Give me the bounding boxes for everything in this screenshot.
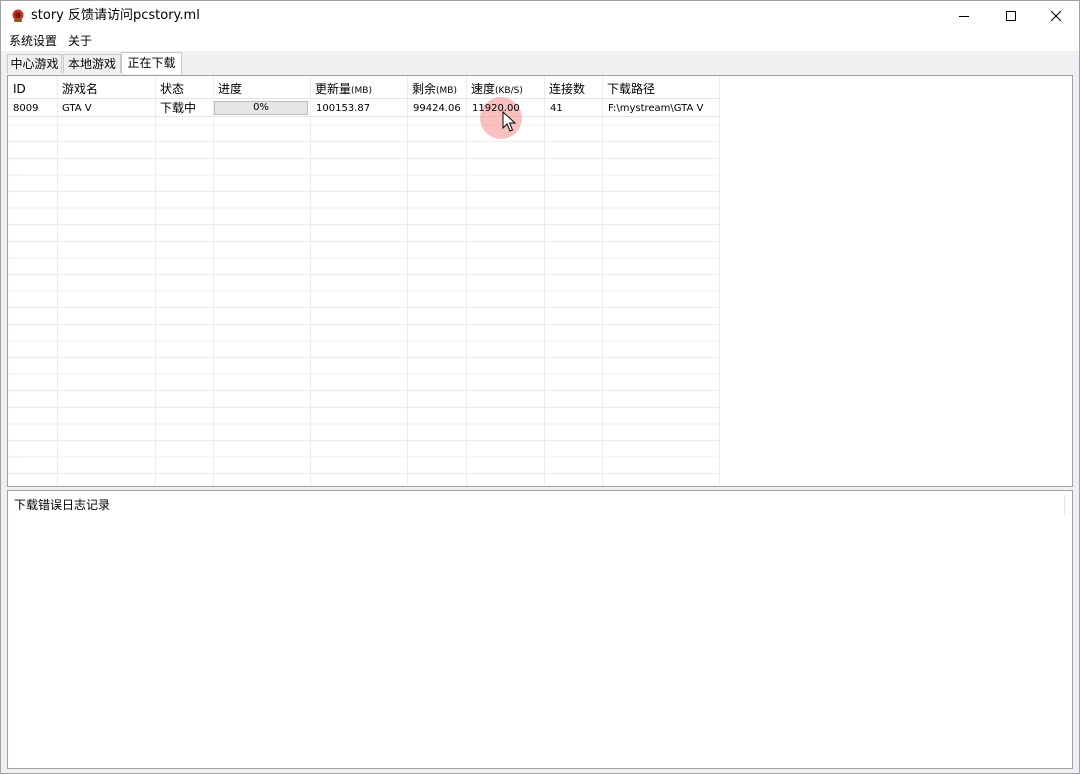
cell-id: 8009: [13, 103, 39, 114]
header-speed-label: 速度: [471, 82, 496, 96]
tab-strip: 中心游戏 本地游戏 正在下载: [5, 52, 1075, 74]
cell-connections: 41: [550, 103, 563, 114]
tab-local-games[interactable]: 本地游戏: [63, 54, 121, 73]
header-download-path[interactable]: 下载路径: [607, 82, 655, 96]
close-button[interactable]: [1033, 1, 1079, 31]
mouse-cursor-icon: [502, 111, 516, 132]
column-divider: [310, 76, 311, 486]
minimize-icon: [959, 16, 969, 17]
download-table[interactable]: ID 游戏名 状态 进度 更新量(MB) 剩余(MB) 速度(KB/S) 连接数…: [7, 75, 1073, 487]
header-update-size[interactable]: 更新量(MB): [315, 82, 372, 98]
column-divider: [213, 76, 214, 486]
header-remaining-unit: (MB): [436, 86, 457, 96]
menu-bar: 系统设置 关于: [1, 31, 1079, 51]
log-scrollbar-edge: [1064, 495, 1065, 515]
error-log-panel[interactable]: 下载错误日志记录: [7, 490, 1073, 769]
header-speed[interactable]: 速度(KB/S): [471, 82, 523, 98]
column-divider: [57, 76, 58, 486]
menu-about[interactable]: 关于: [68, 33, 92, 49]
table-row-lines: [8, 109, 719, 486]
tab-downloading[interactable]: 正在下载: [121, 52, 182, 74]
close-icon: [1050, 10, 1062, 22]
header-update-label: 更新量: [315, 82, 352, 96]
cell-download-path: F:\mystream\GTA V: [608, 103, 704, 114]
column-divider: [407, 76, 408, 486]
menu-system-settings[interactable]: 系统设置: [9, 33, 57, 49]
header-progress[interactable]: 进度: [218, 82, 242, 96]
column-divider: [544, 76, 545, 486]
header-remaining[interactable]: 剩余(MB): [412, 82, 457, 98]
window-title: story 反馈请访问pcstory.ml: [31, 8, 200, 23]
app-window: story 反馈请访问pcstory.ml 系统设置 关于 中心游戏 本地游戏 …: [0, 0, 1080, 774]
error-log-title: 下载错误日志记录: [14, 498, 111, 512]
header-speed-unit: (KB/S): [495, 86, 523, 96]
minimize-button[interactable]: [941, 1, 987, 31]
header-status[interactable]: 状态: [160, 82, 184, 96]
column-divider: [602, 76, 603, 486]
cell-status: 下载中: [160, 101, 197, 115]
header-remaining-label: 剩余: [412, 82, 437, 96]
progress-bar: 0%: [214, 101, 308, 115]
header-divider: [8, 98, 719, 99]
column-divider: [466, 76, 467, 486]
header-id[interactable]: ID: [13, 82, 26, 96]
maximize-icon: [1006, 11, 1016, 21]
header-game-name[interactable]: 游戏名: [62, 82, 98, 96]
progress-label: 0%: [253, 102, 269, 113]
cell-remaining: 99424.06: [413, 103, 461, 114]
maximize-button[interactable]: [988, 1, 1034, 31]
header-connections[interactable]: 连接数: [549, 82, 585, 96]
cell-update-size: 100153.87: [316, 103, 371, 114]
tab-center-games[interactable]: 中心游戏: [7, 54, 62, 73]
app-icon: [12, 9, 24, 22]
row-divider: [8, 116, 719, 117]
column-divider: [155, 76, 156, 486]
column-divider: [719, 76, 720, 486]
title-bar[interactable]: story 反馈请访问pcstory.ml: [1, 1, 1079, 31]
header-update-unit: (MB): [351, 86, 372, 96]
cell-game-name: GTA V: [62, 103, 92, 114]
